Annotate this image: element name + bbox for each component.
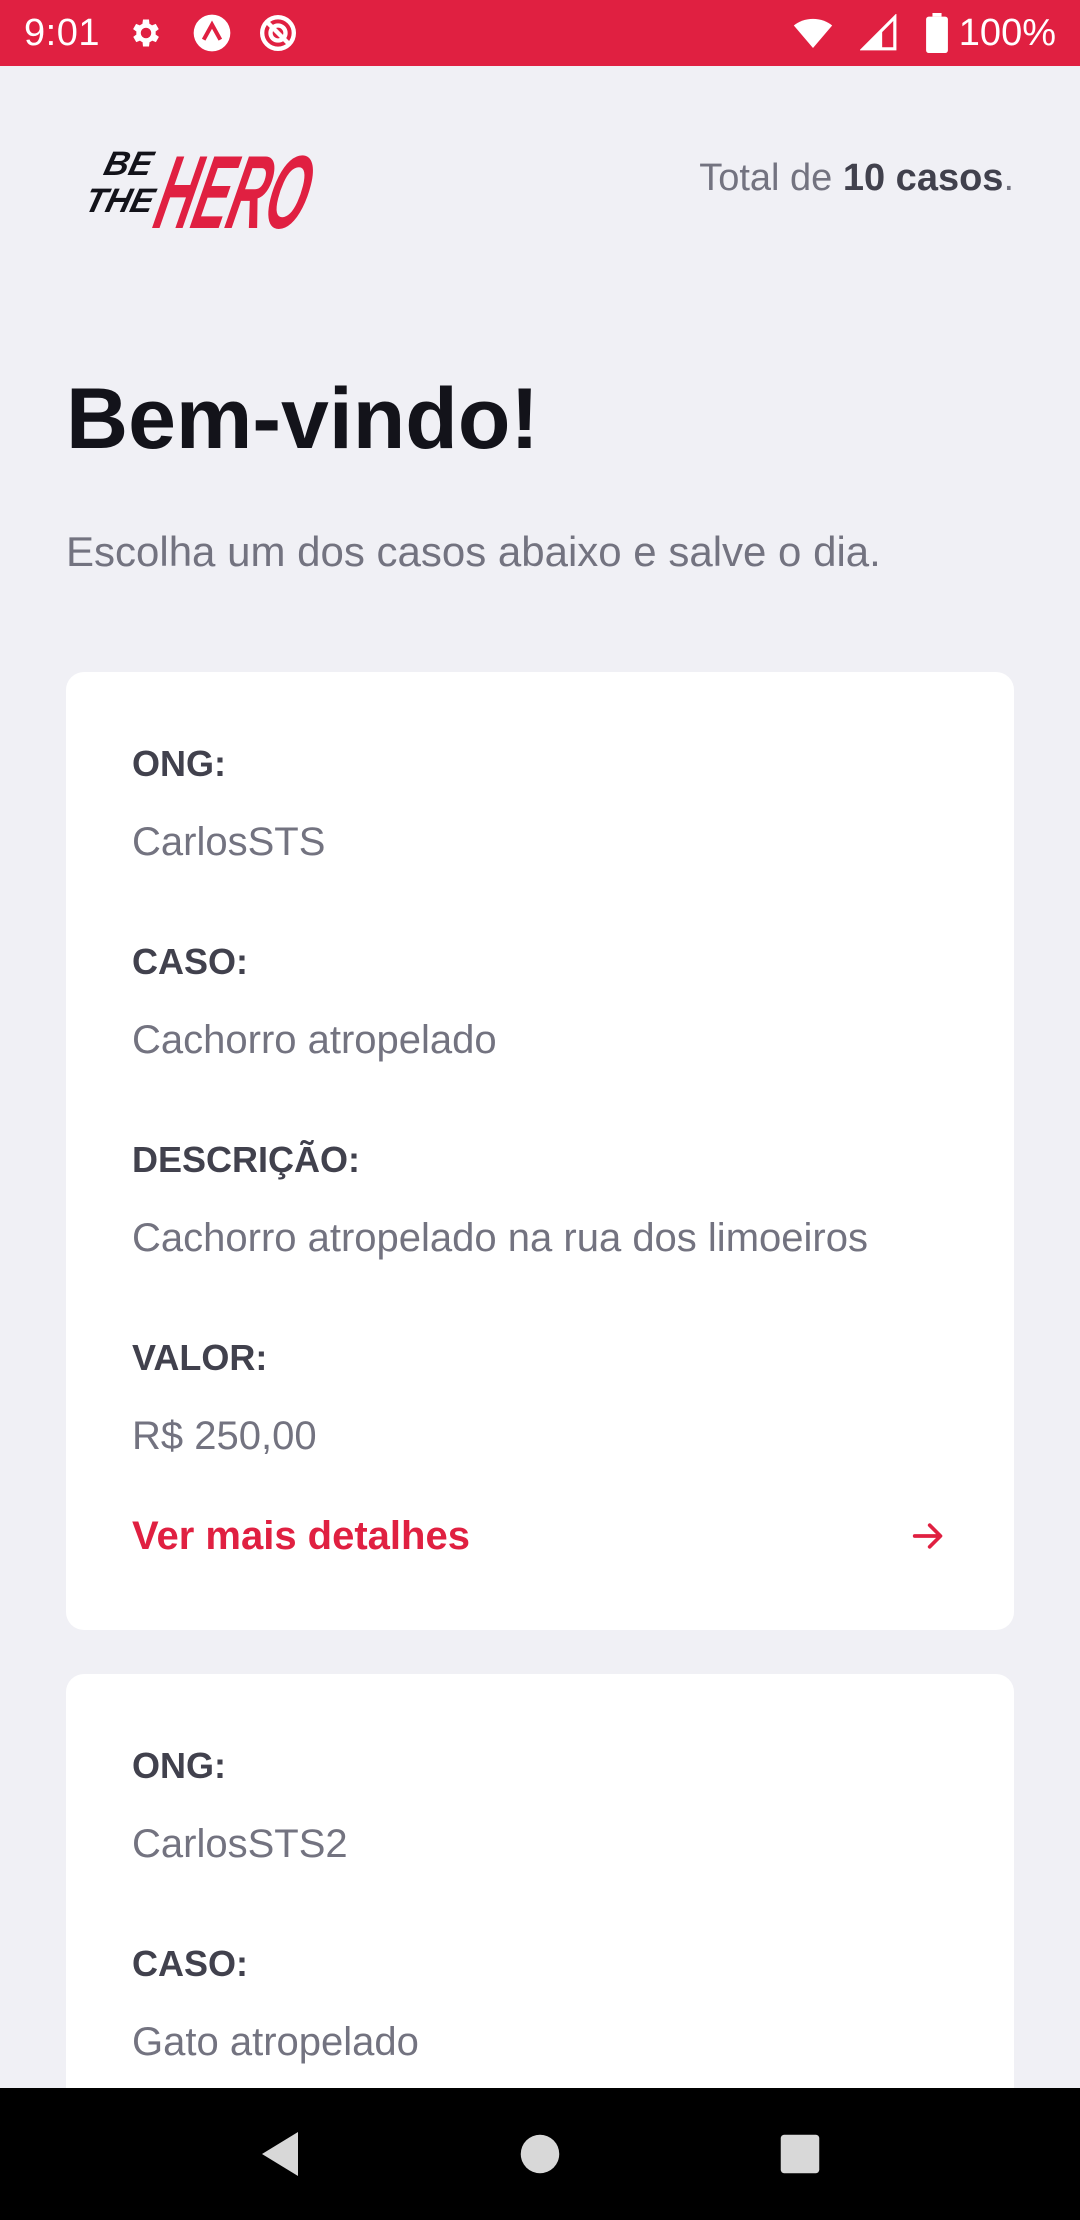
total-cases-text: Total de 10 casos.	[699, 157, 1014, 200]
status-left: 9:01	[24, 12, 298, 55]
back-triangle-icon	[262, 2132, 298, 2176]
be-the-hero-logo: BE THE HERO	[81, 134, 324, 236]
home-circle-icon	[520, 2134, 560, 2174]
battery-percentage: 100%	[958, 11, 1056, 54]
svg-text:BE: BE	[100, 145, 158, 182]
app-screen: 9:01 100% BE THE HERO Total de 10 casos.…	[0, 0, 1080, 2220]
battery-icon	[925, 13, 949, 53]
wifi-icon	[793, 13, 833, 53]
value-amount: R$ 250,00	[132, 1414, 317, 1458]
description-label: DESCRIÇÃO:	[132, 1139, 361, 1180]
navigation-bar	[0, 2088, 1080, 2220]
page-title: Bem-vindo!	[66, 371, 539, 467]
value-label: VALOR:	[132, 1337, 268, 1378]
case-label: CASO:	[132, 1943, 248, 1984]
back-button[interactable]	[250, 2124, 310, 2184]
incident-card: ONG: CarlosSTS CASO: Cachorro atropelado…	[66, 672, 1014, 1630]
svg-text:HERO: HERO	[145, 134, 324, 236]
sync-icon	[258, 13, 298, 53]
status-time: 9:01	[24, 11, 100, 54]
app-badge-icon	[192, 13, 232, 53]
home-button[interactable]	[510, 2124, 570, 2184]
status-bar: 9:01 100%	[0, 0, 1080, 66]
ong-label: ONG:	[132, 743, 226, 784]
signal-icon	[859, 13, 899, 53]
recents-button[interactable]	[770, 2124, 830, 2184]
details-label: Ver mais detalhes	[132, 1513, 470, 1558]
gear-icon	[126, 13, 166, 53]
details-button[interactable]: Ver mais detalhes	[132, 1508, 948, 1564]
total-prefix: Total de	[699, 156, 843, 199]
total-count: 10 casos	[842, 156, 1004, 199]
case-label: CASO:	[132, 941, 248, 982]
total-suffix: .	[1003, 156, 1014, 199]
ong-value: CarlosSTS	[132, 820, 326, 864]
page-subtitle: Escolha um dos casos abaixo e salve o di…	[66, 528, 881, 575]
recents-square-icon	[780, 2134, 820, 2174]
case-value: Gato atropelado	[132, 2020, 419, 2064]
incident-list[interactable]: ONG: CarlosSTS CASO: Cachorro atropelado…	[66, 672, 1014, 2220]
header: BE THE HERO Total de 10 casos.	[66, 118, 1014, 238]
arrow-right-icon	[912, 1523, 943, 1549]
ong-value: CarlosSTS2	[132, 1822, 348, 1866]
case-value: Cachorro atropelado	[132, 1018, 497, 1062]
ong-label: ONG:	[132, 1745, 226, 1786]
status-right: 100%	[793, 12, 1056, 55]
svg-text:THE: THE	[81, 182, 159, 219]
description-value: Cachorro atropelado na rua dos limoeiros	[132, 1216, 868, 1260]
